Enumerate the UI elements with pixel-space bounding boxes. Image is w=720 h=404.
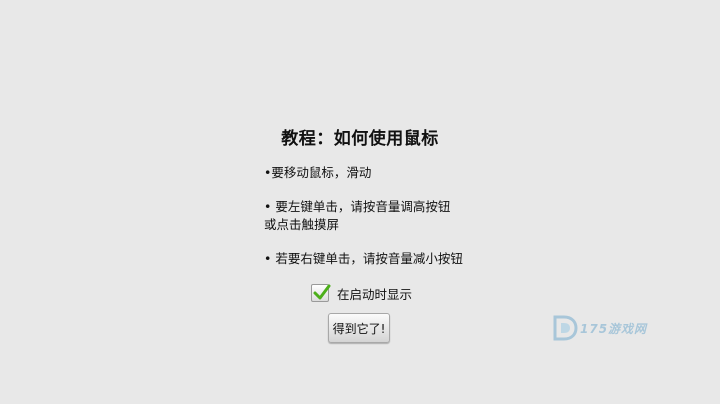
- show-on-startup-label: 在启动时显示: [337, 286, 413, 302]
- show-on-startup-row[interactable]: 在启动时显示: [311, 282, 412, 304]
- dialog-title: 教程：如何使用鼠标: [281, 129, 439, 149]
- tips-list: •要移动鼠标，滑动 • 要左键单击，请按音量调高按钮 或点击触摸屏 • 若要右键…: [264, 164, 494, 284]
- d-logo-icon: [553, 315, 578, 341]
- checkmark-icon: [313, 284, 331, 300]
- show-on-startup-checkbox[interactable]: [311, 284, 331, 302]
- site-watermark: 175游戏网: [552, 313, 647, 343]
- watermark-text: 175游戏网: [580, 321, 648, 336]
- tip-move: •要移动鼠标，滑动: [264, 165, 372, 180]
- tip-right-click: • 若要右键单击，请按音量减小按钮: [264, 251, 463, 266]
- tip-left-click: • 要左键单击，请按音量调高按钮 或点击触摸屏: [264, 199, 451, 232]
- mouse-tutorial-dialog: 教程：如何使用鼠标 •要移动鼠标，滑动 • 要左键单击，请按音量调高按钮 或点击…: [0, 0, 720, 404]
- got-it-button[interactable]: 得到它了!: [328, 313, 390, 343]
